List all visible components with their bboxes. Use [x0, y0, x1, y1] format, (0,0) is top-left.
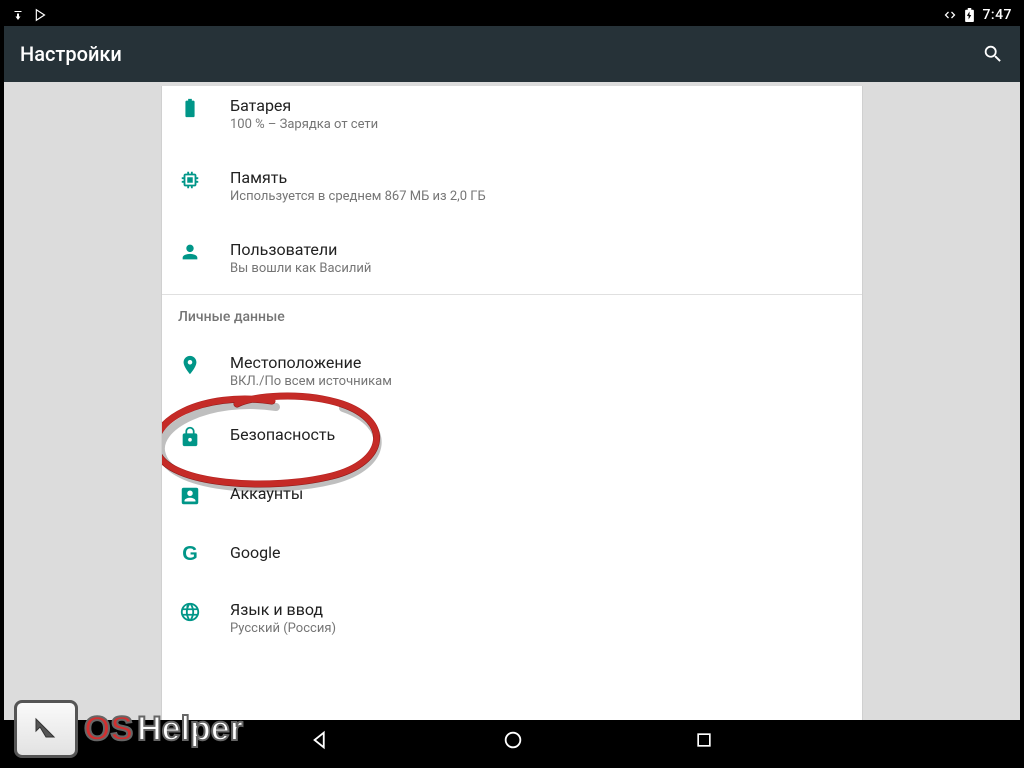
settings-item-users[interactable]: Пользователи Вы вошли как Василий [162, 222, 862, 294]
status-time: 7:47 [982, 7, 1012, 23]
item-subtitle: ВКЛ./По всем источникам [230, 374, 392, 389]
settings-item-google[interactable]: G Google [162, 525, 862, 582]
location-icon [178, 354, 202, 376]
google-icon: G [178, 544, 202, 564]
item-title: Местоположение [230, 353, 392, 372]
download-icon [12, 9, 24, 21]
globe-icon [178, 601, 202, 623]
nav-recent-icon[interactable] [694, 730, 714, 754]
settings-item-location[interactable]: Местоположение ВКЛ./По всем источникам [162, 335, 862, 407]
item-subtitle: Вы вошли как Василий [230, 261, 371, 276]
item-title: Язык и ввод [230, 600, 336, 619]
status-bar: 7:47 [4, 4, 1020, 26]
item-title: Пользователи [230, 240, 371, 259]
settings-item-language[interactable]: Язык и ввод Русский (Россия) [162, 582, 862, 654]
item-title: Безопасность [230, 425, 335, 444]
battery-icon [178, 97, 202, 119]
item-title: Аккаунты [230, 484, 303, 503]
item-subtitle: Русский (Россия) [230, 621, 336, 636]
lock-icon [178, 426, 202, 448]
section-header-personal: Личные данные [162, 294, 862, 335]
search-icon[interactable] [982, 43, 1004, 65]
settings-panel: Батарея 100 % – Зарядка от сети Память И… [162, 86, 862, 720]
settings-item-battery[interactable]: Батарея 100 % – Зарядка от сети [162, 86, 862, 150]
content-area: Батарея 100 % – Зарядка от сети Память И… [4, 86, 1020, 720]
person-icon [178, 241, 202, 263]
settings-item-memory[interactable]: Память Используется в среднем 867 МБ из … [162, 150, 862, 222]
battery-charging-icon [965, 8, 974, 22]
item-subtitle: 100 % – Зарядка от сети [230, 117, 378, 132]
nav-home-icon[interactable] [502, 729, 524, 755]
settings-item-accounts[interactable]: Аккаунты [162, 466, 862, 525]
app-bar: Настройки [4, 26, 1020, 82]
page-title: Настройки [20, 42, 122, 66]
dev-icon [943, 9, 957, 21]
settings-item-security[interactable]: Безопасность [162, 407, 862, 466]
item-subtitle: Используется в среднем 867 МБ из 2,0 ГБ [230, 189, 486, 204]
item-title: Батарея [230, 96, 378, 115]
navigation-bar [4, 720, 1020, 764]
nav-back-icon[interactable] [310, 729, 332, 755]
item-title: Google [230, 543, 281, 562]
item-title: Память [230, 168, 486, 187]
memory-icon [178, 169, 202, 191]
play-store-icon [34, 8, 48, 22]
account-box-icon [178, 485, 202, 507]
